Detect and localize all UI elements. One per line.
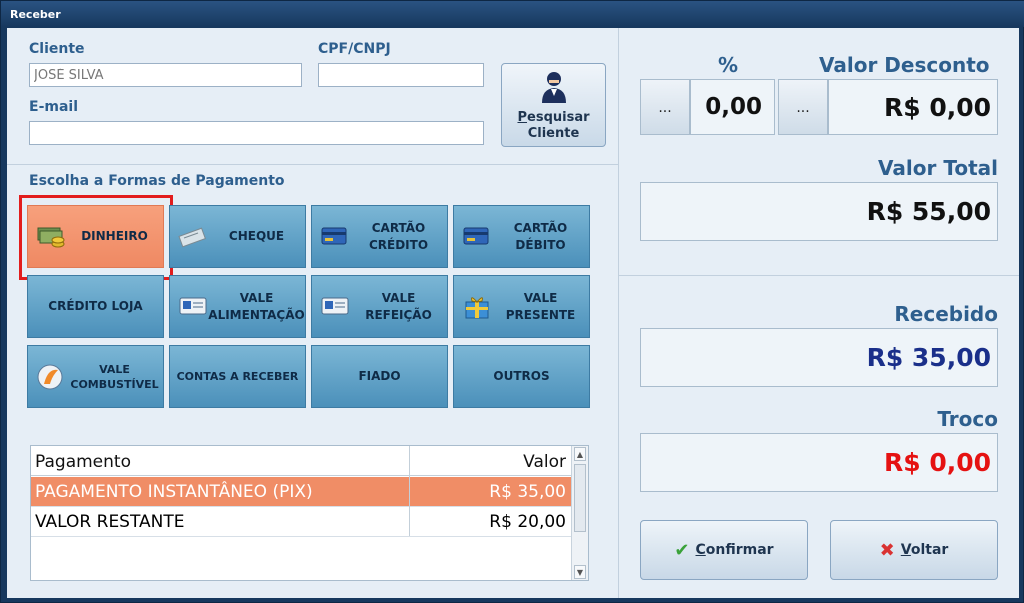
payment-vale-alimentacao-button[interactable]: VALE ALIMENTAÇÃO: [169, 275, 306, 338]
discount-dots-button[interactable]: ...: [778, 79, 828, 135]
payment-contas-receber-button[interactable]: CONTAS A RECEBER: [169, 345, 306, 408]
percent-box[interactable]: 0,00: [690, 79, 775, 135]
voucher-icon: [321, 297, 349, 315]
search-client-button[interactable]: Pesquisar Cliente: [501, 63, 606, 147]
section-divider: [7, 164, 618, 165]
window-content: Cliente CPF/CNPJ E-mail Pesquisar Client…: [7, 28, 1019, 598]
total-value: R$ 55,00: [866, 197, 991, 226]
payment-vale-presente-button[interactable]: VALE PRESENTE: [453, 275, 590, 338]
received-value: R$ 35,00: [866, 343, 991, 372]
percent-value: 0,00: [705, 94, 762, 120]
received-box: R$ 35,00: [640, 328, 998, 387]
checkmark-icon: ✔: [674, 539, 690, 561]
fuel-icon: [37, 364, 63, 390]
client-field[interactable]: [29, 63, 302, 87]
payment-dinheiro-button[interactable]: DINHEIRO: [27, 205, 164, 268]
payment-credito-loja-button[interactable]: CRÉDITO LOJA: [27, 275, 164, 338]
close-icon: ✖: [879, 539, 895, 561]
discount-value: R$ 0,00: [883, 93, 991, 122]
percent-dots-button[interactable]: ...: [640, 79, 690, 135]
payment-cheque-button[interactable]: CHEQUE: [169, 205, 306, 268]
discount-label: Valor Desconto: [819, 53, 990, 77]
received-label: Recebido: [894, 302, 998, 326]
payment-vale-refeicao-button[interactable]: VALE REFEIÇÃO: [311, 275, 448, 338]
debit-card-icon: [463, 227, 489, 245]
back-button[interactable]: ✖ Voltar: [830, 520, 998, 580]
section-divider: [619, 275, 1019, 276]
payments-grid[interactable]: Pagamento Valor PAGAMENTO INSTANTÂNEO (P…: [30, 445, 589, 581]
total-box: R$ 55,00: [640, 182, 998, 241]
payment-fiado-button[interactable]: FIADO: [311, 345, 448, 408]
payment-outros-button[interactable]: OUTROS: [453, 345, 590, 408]
grid-header: Pagamento Valor: [31, 446, 572, 476]
percent-label: %: [718, 53, 739, 77]
receber-window: Receber Cliente CPF/CNPJ E-mail Pesquisa…: [0, 0, 1024, 603]
table-row[interactable]: VALOR RESTANTE R$ 20,00: [31, 507, 572, 537]
user-icon: [541, 72, 566, 103]
scroll-thumb[interactable]: [574, 464, 586, 532]
client-label: Cliente: [29, 41, 85, 57]
confirm-button[interactable]: ✔ Confirmar: [640, 520, 808, 580]
payment-debit-card-button[interactable]: CARTÃO DÉBITO: [453, 205, 590, 268]
credit-card-icon: [321, 227, 347, 245]
table-row[interactable]: PAGAMENTO INSTANTÂNEO (PIX) R$ 35,00: [31, 477, 572, 507]
voucher-icon: [179, 297, 207, 315]
cash-icon: [37, 227, 65, 248]
payment-vale-combustivel-button[interactable]: VALE COMBUSTÍVEL: [27, 345, 164, 408]
grid-scrollbar[interactable]: ▲ ▼: [571, 446, 588, 580]
email-label: E-mail: [29, 99, 79, 115]
scroll-up-icon[interactable]: ▲: [574, 447, 586, 461]
column-header-valor: Valor: [523, 452, 566, 472]
window-title: Receber: [1, 1, 1024, 27]
total-label: Valor Total: [878, 156, 998, 180]
panel-divider: [618, 28, 619, 598]
email-field[interactable]: [29, 121, 484, 145]
payment-credit-card-button[interactable]: CARTÃO CRÉDITO: [311, 205, 448, 268]
check-icon: [178, 227, 206, 248]
discount-box[interactable]: R$ 0,00: [828, 79, 998, 135]
column-separator: [409, 446, 410, 536]
change-value: R$ 0,00: [883, 448, 991, 477]
cpf-label: CPF/CNPJ: [318, 41, 391, 57]
scroll-down-icon[interactable]: ▼: [574, 565, 586, 579]
cpf-field[interactable]: [318, 63, 484, 87]
payment-section-label: Escolha a Formas de Pagamento: [29, 173, 285, 189]
column-header-pagamento: Pagamento: [35, 452, 131, 472]
change-label: Troco: [937, 407, 998, 431]
change-box: R$ 0,00: [640, 433, 998, 492]
gift-icon: [465, 297, 489, 319]
